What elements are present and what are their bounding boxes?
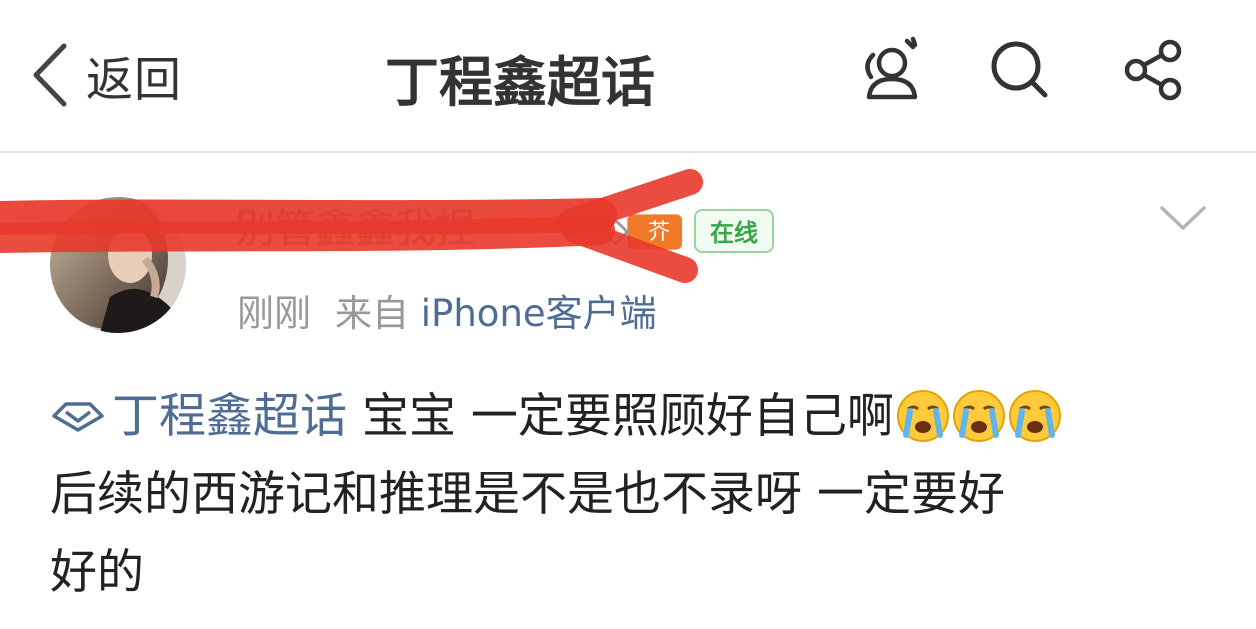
online-status-badge: 在线 <box>694 209 774 253</box>
chevron-left-icon <box>33 43 67 107</box>
badge-label: 芥 <box>648 220 671 245</box>
share-button[interactable] <box>1120 35 1190 105</box>
back-label: 返回 <box>86 52 182 108</box>
nav-divider <box>0 151 1256 153</box>
topic-label: 丁程鑫超话 <box>112 389 347 444</box>
post-meta: 刚刚 来自 iPhone客户端 <box>237 283 657 337</box>
post-text-line3: 好的 <box>50 545 144 600</box>
source-prefix: 来自 <box>335 292 409 335</box>
chevron-down-icon <box>1160 206 1206 230</box>
post-time: 刚刚 <box>237 292 311 335</box>
members-button[interactable] <box>855 35 925 105</box>
post-text-line1: 宝宝 一定要照顾好自己啊 <box>361 389 894 444</box>
crying-face-icon <box>1008 389 1061 442</box>
diamond-badge-icon <box>601 214 683 250</box>
topic-link[interactable]: 丁程鑫超话 <box>50 389 347 444</box>
page-title: 丁程鑫超话 <box>385 51 655 114</box>
avatar-image <box>50 197 186 333</box>
source-client-link[interactable]: iPhone客户端 <box>421 292 657 335</box>
username[interactable]: 别管鑫鑫我捏 <box>235 196 475 254</box>
avatar[interactable] <box>50 197 186 333</box>
search-button[interactable] <box>985 35 1055 105</box>
share-icon <box>1124 39 1182 101</box>
post-content: 丁程鑫超话 宝宝 一定要照顾好自己啊 后续的西游记和推理是不是也不录呀 一定要好… <box>50 378 1220 612</box>
post-menu-button[interactable] <box>1158 204 1208 234</box>
top-nav-bar: 返回 丁程鑫超话 <box>0 0 1256 152</box>
crying-face-icon <box>896 389 949 442</box>
fan-level-badge <box>598 210 686 254</box>
group-users-icon <box>865 36 918 100</box>
back-button[interactable]: 返回 <box>30 40 182 110</box>
crying-face-icon <box>952 389 1005 442</box>
topic-diamond-icon <box>52 401 104 432</box>
post-text-line2: 后续的西游记和推理是不是也不录呀 一定要好 <box>50 467 1005 522</box>
search-icon <box>991 41 1048 98</box>
